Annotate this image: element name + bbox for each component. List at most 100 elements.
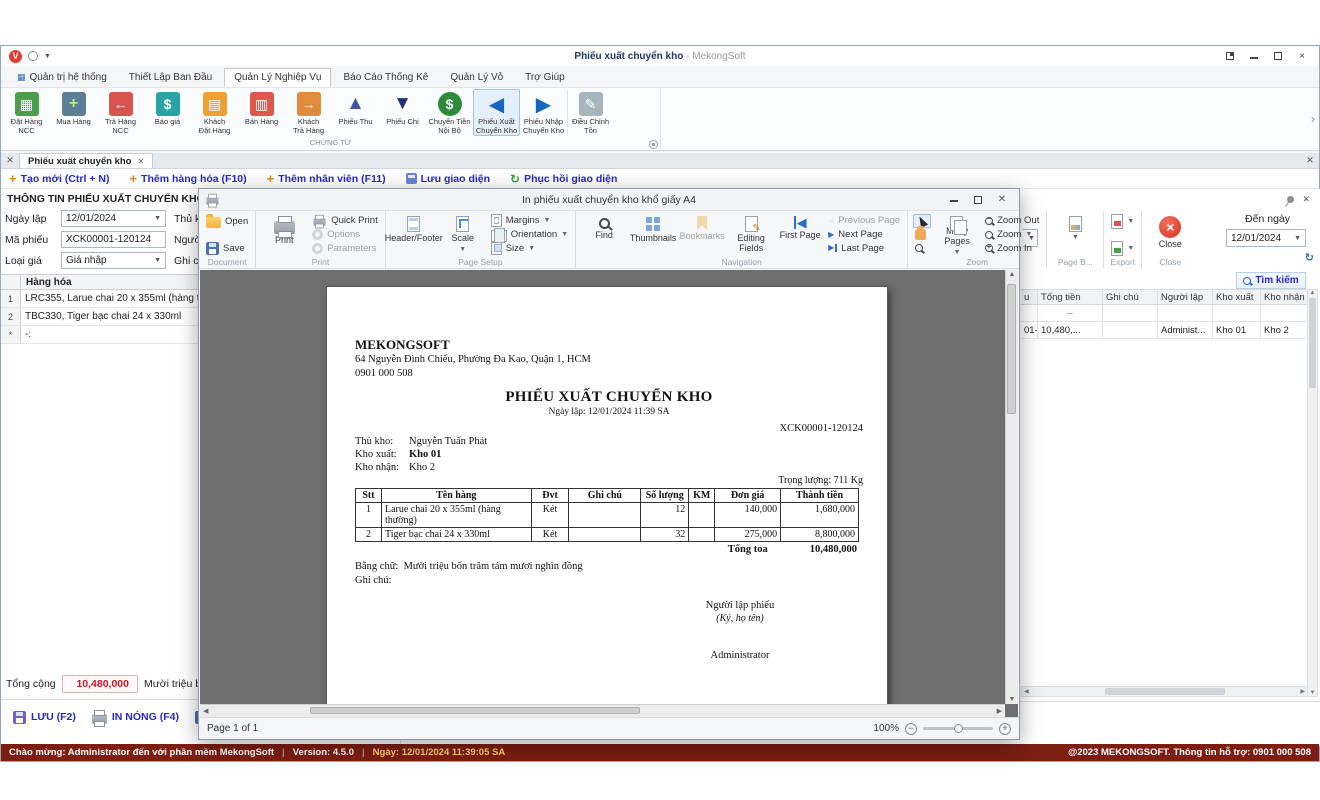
- ribbon-button-phieu-nhap-chuyen-kho[interactable]: Phiếu NhậpChuyển Kho: [520, 89, 567, 136]
- first-page-button[interactable]: ◀First Page: [777, 213, 823, 256]
- column-header[interactable]: u: [1021, 290, 1038, 304]
- zoom-button[interactable]: Zoom▼: [983, 228, 1041, 242]
- margins-button[interactable]: Margins▼: [489, 214, 570, 228]
- ngay-lap-combo[interactable]: 12/01/2024▼: [61, 210, 166, 227]
- ribbon-button-chuyen-tien-noi-bo[interactable]: Chuyển TiềnNội Bộ: [426, 89, 473, 136]
- maximize-button[interactable]: [1267, 48, 1289, 64]
- previous-page-button[interactable]: ◀Previous Page: [826, 214, 902, 228]
- close-icon[interactable]: ✕: [1302, 194, 1310, 205]
- ribbon-button-bao-gia[interactable]: Báo giá: [144, 89, 191, 127]
- fit-window-button[interactable]: [1219, 48, 1241, 64]
- ribbon-tab-quan-ly-vo[interactable]: Quản Lý Vỏ: [440, 68, 513, 87]
- ribbon-button-dieu-chinh-ton[interactable]: Điều Chỉnh Tồn: [567, 89, 614, 136]
- ribbon-button-tra-hang-ncc[interactable]: Trả HàngNCC: [97, 89, 144, 136]
- find-button[interactable]: Find: [581, 213, 627, 256]
- open-button[interactable]: Open: [204, 214, 250, 228]
- close-tab-icon[interactable]: ✕: [137, 157, 144, 166]
- ribbon-button-mua-hang[interactable]: Mua Hàng: [50, 89, 97, 127]
- search-button[interactable]: Tìm kiếm: [1236, 272, 1306, 289]
- ribbon-tab-thiet-lap-ban-dau[interactable]: Thiết Lập Ban Đầu: [119, 68, 222, 87]
- filter-cell[interactable]: [1021, 305, 1038, 322]
- add-item-button[interactable]: +Thêm hàng hóa (F10): [129, 172, 246, 185]
- column-header[interactable]: Người lập: [1158, 290, 1213, 304]
- scale-button[interactable]: Scale▼: [440, 213, 486, 256]
- dialog-maximize-button[interactable]: [967, 192, 989, 208]
- scroll-down-icon[interactable]: ▼: [1009, 696, 1016, 703]
- filter-cell[interactable]: [1213, 305, 1261, 322]
- scroll-right-icon[interactable]: ▶: [1300, 688, 1305, 695]
- ribbon-tab-bao-cao-thong-ke[interactable]: Báo Cáo Thống Kê: [333, 68, 438, 87]
- column-header[interactable]: Kho nhận: [1261, 290, 1307, 304]
- tab-phieu-xuat-chuyen-kho[interactable]: Phiếu xuất chuyển kho ✕: [19, 153, 153, 168]
- scroll-right-icon[interactable]: ▶: [997, 707, 1002, 715]
- bookmarks-button[interactable]: Bookmarks: [679, 213, 725, 256]
- print-button[interactable]: Print: [261, 213, 307, 256]
- options-button[interactable]: Options: [310, 228, 379, 242]
- zoom-slider[interactable]: [923, 727, 993, 730]
- parameters-button[interactable]: Parameters: [310, 241, 379, 255]
- page-background-button[interactable]: ▼: [1052, 213, 1098, 256]
- zoom-out-button[interactable]: −: [905, 723, 917, 735]
- send-document-button[interactable]: ▼: [1109, 241, 1136, 255]
- zoom-slider-thumb[interactable]: [954, 724, 963, 733]
- ribbon-tab-tro-giup[interactable]: Trợ Giúp: [515, 68, 575, 87]
- filter-cell[interactable]: [1261, 305, 1307, 322]
- hot-print-button[interactable]: IN NÓNG (F4): [92, 711, 179, 724]
- magnifier-tool-button[interactable]: [913, 242, 931, 256]
- quick-access-icon[interactable]: [28, 51, 38, 61]
- ribbon-collapse-icon[interactable]: ›: [1311, 112, 1315, 126]
- last-page-button[interactable]: ▶Last Page: [826, 241, 902, 255]
- table-row[interactable]: 01-1... 10,480,... Administ... Kho 01 Kh…: [1021, 322, 1308, 339]
- zoom-in-button[interactable]: +: [999, 723, 1011, 735]
- scroll-up-icon[interactable]: ▲: [1310, 290, 1316, 296]
- scroll-left-icon[interactable]: ◀: [1024, 688, 1029, 695]
- close-preview-button[interactable]: ×Close: [1147, 213, 1193, 256]
- filter-cell[interactable]: [1103, 305, 1158, 322]
- hand-tool-button[interactable]: [913, 228, 931, 242]
- ribbon-tab-quan-tri-he-thong[interactable]: ▦Quản trị hệ thống: [7, 68, 117, 87]
- dialog-close-button[interactable]: ✕: [991, 192, 1013, 208]
- loai-gia-combo[interactable]: Giá nhập▼: [61, 252, 166, 269]
- quick-print-button[interactable]: Quick Print: [310, 214, 379, 228]
- zoom-out-button[interactable]: Zoom Out: [983, 214, 1041, 228]
- ribbon-button-khach-tra-hang[interactable]: KháchTrả Hàng: [285, 89, 332, 136]
- close-window-button[interactable]: ×: [1291, 48, 1313, 64]
- ribbon-button-khach-dat-hang[interactable]: KháchĐặt Hàng: [191, 89, 238, 136]
- dialog-minimize-button[interactable]: [943, 192, 965, 208]
- minimize-button[interactable]: [1243, 48, 1265, 64]
- export-document-button[interactable]: ▼: [1109, 214, 1136, 228]
- next-page-button[interactable]: ▶Next Page: [826, 228, 902, 242]
- vertical-scrollbar[interactable]: ▲▼: [1307, 289, 1318, 697]
- ribbon-button-phieu-chi[interactable]: Phiếu Chi: [379, 89, 426, 127]
- close-all-tabs-button[interactable]: ✕: [1, 153, 19, 168]
- ribbon-tab-quan-ly-nghiep-vu[interactable]: Quản Lý Nghiệp Vụ: [224, 68, 331, 87]
- ribbon-button-dat-hang-ncc[interactable]: Đặt HàngNCC: [3, 89, 50, 136]
- save-button[interactable]: LƯU (F2): [13, 711, 76, 724]
- header-footer-button[interactable]: Header/Footer: [391, 213, 437, 256]
- refresh-icon[interactable]: ↻: [1305, 251, 1314, 264]
- den-ngay-combo[interactable]: 12/01/2024 ▼: [1226, 229, 1306, 247]
- orientation-button[interactable]: Orientation▼: [489, 228, 570, 242]
- scrollbar-thumb[interactable]: [310, 707, 640, 714]
- dialog-title-bar[interactable]: In phiếu xuất chuyển kho khổ giấy A4 ✕: [199, 189, 1019, 211]
- save-layout-button[interactable]: Lưu giao diện: [406, 173, 490, 185]
- chevron-down-icon[interactable]: ▼: [44, 53, 51, 60]
- many-pages-button[interactable]: Many Pages▼: [934, 213, 980, 256]
- column-header[interactable]: Ghi chú: [1103, 290, 1158, 304]
- new-button[interactable]: +Tạo mới (Ctrl + N): [9, 172, 109, 185]
- close-panel-button[interactable]: ✕: [1301, 153, 1319, 168]
- save-button[interactable]: Save: [204, 241, 250, 255]
- scrollbar-thumb[interactable]: [1309, 298, 1316, 388]
- scrollbar-thumb[interactable]: [1105, 688, 1225, 695]
- ribbon-button-phieu-xuat-chuyen-kho[interactable]: Phiếu XuấtChuyển Kho: [473, 89, 520, 136]
- scroll-up-icon[interactable]: ▲: [1009, 271, 1016, 278]
- ribbon-button-ban-hang[interactable]: Bán Hàng: [238, 89, 285, 127]
- size-button[interactable]: Size▼: [489, 242, 570, 256]
- scrollbar-thumb[interactable]: [1007, 284, 1016, 414]
- editing-fields-button[interactable]: Editing Fields: [728, 213, 774, 256]
- thumbnails-button[interactable]: Thumbnails: [630, 213, 676, 256]
- zoom-in-button[interactable]: Zoom In: [983, 241, 1041, 255]
- add-employee-button[interactable]: +Thêm nhân viên (F11): [267, 172, 386, 185]
- scroll-left-icon[interactable]: ◀: [203, 707, 208, 715]
- column-header[interactable]: Kho xuất: [1213, 290, 1261, 304]
